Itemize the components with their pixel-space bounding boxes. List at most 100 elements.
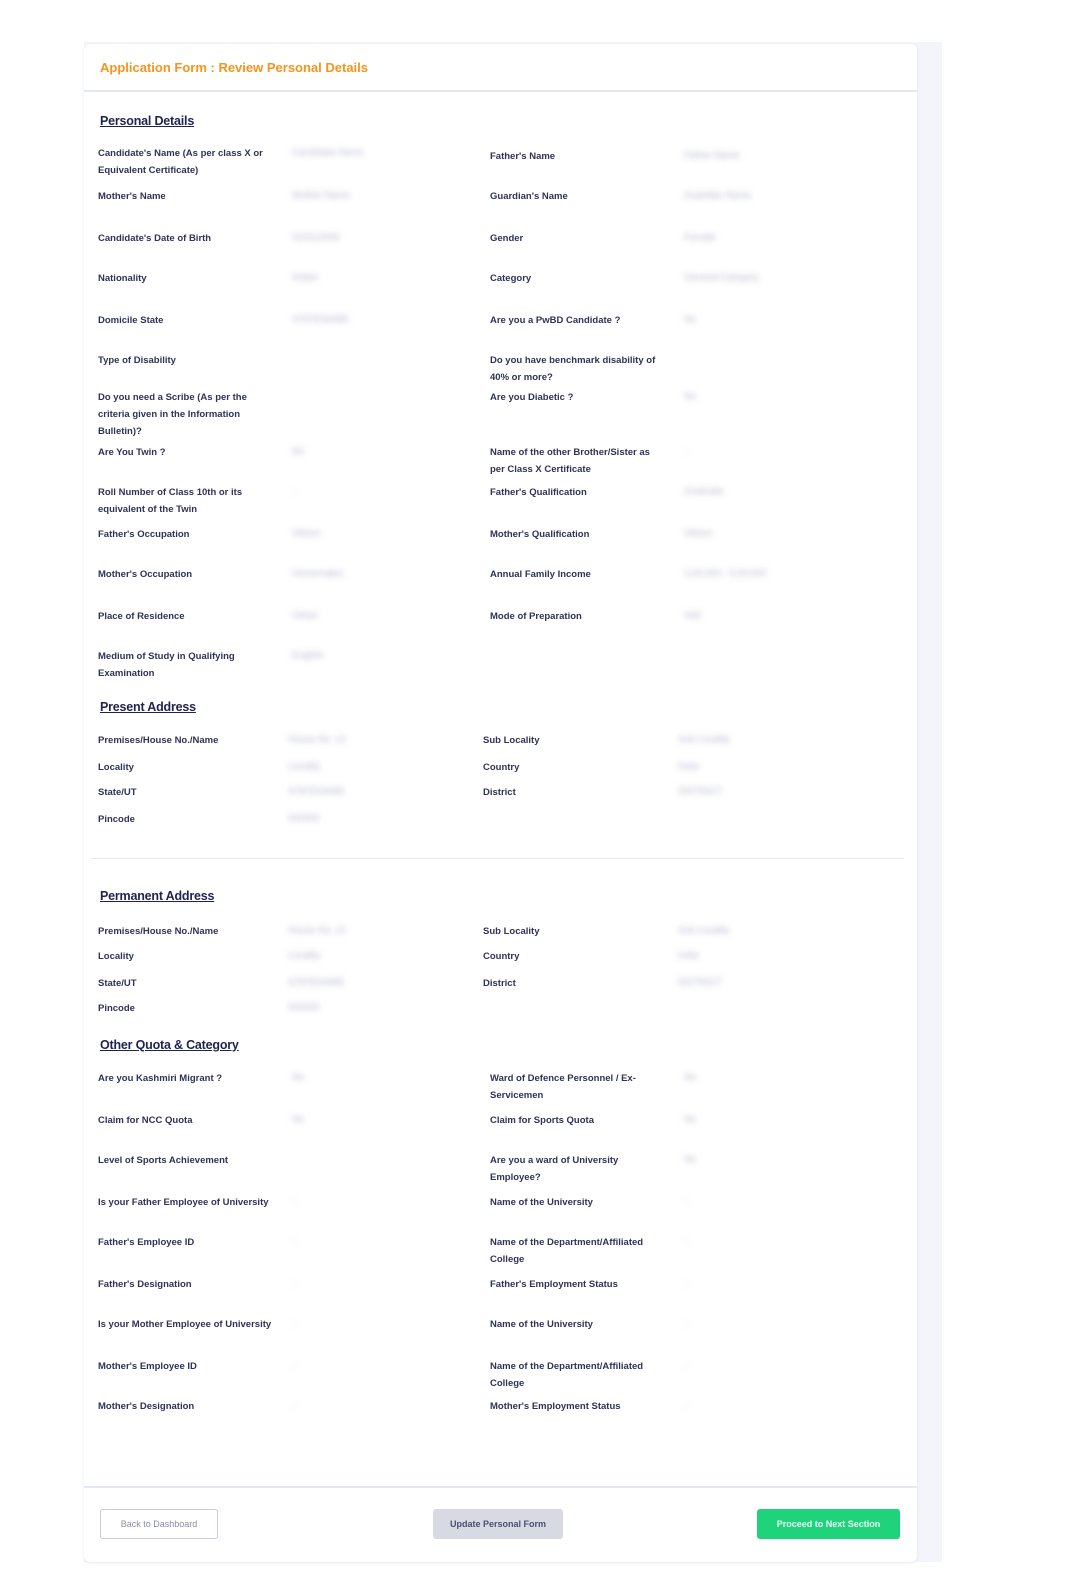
- field-label: State/UT: [98, 787, 137, 798]
- field-value: Graduate: [684, 486, 724, 497]
- field-value: Candidate Name: [292, 147, 364, 158]
- field-label: Name of the other Brother/Sister as per …: [490, 447, 650, 475]
- field-label: Mode of Preparation: [490, 611, 582, 622]
- field-value: -: [684, 1278, 688, 1289]
- field-label: Premises/House No./Name: [98, 926, 219, 937]
- field-value: Homemaker: [292, 568, 344, 579]
- field-label: Domicile State: [98, 315, 164, 326]
- field-value: Female: [684, 232, 716, 243]
- field-value: No: [684, 391, 697, 402]
- field-label: Type of Disability: [98, 355, 176, 366]
- field-label: Annual Family Income: [490, 569, 591, 580]
- field-value: -: [292, 1318, 296, 1329]
- field-value: Others: [684, 528, 713, 539]
- field-label: Mother's Employment Status: [490, 1401, 621, 1412]
- field-value: No: [292, 446, 305, 457]
- page-title: Application Form : Review Personal Detai…: [100, 59, 369, 75]
- field-label: Father's Name: [490, 151, 556, 162]
- field-value: Guardian Name: [684, 190, 752, 201]
- field-value: -: [684, 1236, 688, 1247]
- field-label: Candidate's Name (As per class X or Equi…: [98, 148, 263, 176]
- field-value: Father Name: [684, 150, 740, 161]
- field-label: Locality: [98, 951, 134, 962]
- field-value: No: [684, 314, 697, 325]
- section-title-other-quota: Other Quota & Category: [100, 1038, 239, 1052]
- field-value: Sub Locality: [678, 734, 730, 745]
- field-value: -: [292, 486, 296, 497]
- section-divider: [92, 858, 904, 859]
- field-value: Locality: [288, 761, 321, 772]
- field-value: Indian: [292, 272, 318, 283]
- field-value: STATENAME: [288, 977, 345, 988]
- update-personal-form-button[interactable]: Update Personal Form: [433, 1509, 563, 1539]
- field-label: Mother's Designation: [98, 1401, 195, 1412]
- field-label: Medium of Study in Qualifying Examinatio…: [98, 651, 235, 679]
- field-label: Father's Employment Status: [490, 1279, 618, 1290]
- field-label: Do you need a Scribe (As per the criteri…: [98, 392, 247, 437]
- field-label: Ward of Defence Personnel / Ex-Serviceme…: [490, 1073, 636, 1101]
- field-value: No: [684, 1154, 697, 1165]
- field-label: Mother's Employee ID: [98, 1361, 197, 1372]
- field-label: Pincode: [98, 1003, 135, 1014]
- field-label: Country: [483, 762, 520, 773]
- field-value: No: [684, 1072, 697, 1083]
- field-value: -: [684, 1196, 688, 1207]
- field-value: Urban: [292, 610, 318, 621]
- field-label: District: [483, 978, 516, 989]
- field-label: Mother's Qualification: [490, 529, 590, 540]
- field-value: STATENAME: [288, 786, 345, 797]
- footer-divider: [84, 1486, 917, 1488]
- field-label: Locality: [98, 762, 134, 773]
- field-value: No: [292, 1114, 305, 1125]
- field-label: Is your Father Employee of University: [98, 1197, 269, 1208]
- field-value: House No. 12: [288, 734, 347, 745]
- field-label: State/UT: [98, 978, 137, 989]
- field-label: Roll Number of Class 10th or its equival…: [98, 487, 243, 515]
- field-value: Sub Locality: [678, 925, 730, 936]
- field-value: -: [684, 446, 688, 457]
- field-label: Father's Qualification: [490, 487, 587, 498]
- field-label: Pincode: [98, 814, 135, 825]
- field-label: Father's Designation: [98, 1279, 192, 1290]
- field-value: -: [292, 1278, 296, 1289]
- field-label: Claim for NCC Quota: [98, 1115, 193, 1126]
- field-label: Name of the University: [490, 1319, 593, 1330]
- field-value: STATENAME: [292, 314, 349, 325]
- field-value: 01/01/2005: [292, 232, 340, 243]
- field-value: General Category: [684, 272, 759, 283]
- field-value: -: [684, 1360, 688, 1371]
- field-label: Guardian's Name: [490, 191, 568, 202]
- field-label: Sub Locality: [483, 926, 540, 937]
- section-title-present-address: Present Address: [100, 700, 196, 714]
- field-label: Are you a ward of University Employee?: [490, 1155, 619, 1183]
- field-value: -: [684, 1318, 688, 1329]
- field-label: Sub Locality: [483, 735, 540, 746]
- field-label: Are you a PwBD Candidate ?: [490, 315, 621, 326]
- back-to-dashboard-button[interactable]: Back to Dashboard: [100, 1509, 218, 1539]
- field-label: Gender: [490, 233, 524, 244]
- field-label: Claim for Sports Quota: [490, 1115, 594, 1126]
- section-title-permanent-address: Permanent Address: [100, 889, 215, 903]
- field-value: India: [678, 950, 699, 961]
- field-value: 000000: [288, 813, 320, 824]
- field-value: DISTRICT: [678, 977, 722, 988]
- field-value: Self: [684, 610, 701, 621]
- field-label: Level of Sports Achievement: [98, 1155, 229, 1166]
- field-value: 1,00,000 - 5,00,000: [684, 568, 767, 579]
- field-label: Candidate's Date of Birth: [98, 233, 212, 244]
- card-header: Application Form : Review Personal Detai…: [84, 44, 917, 92]
- field-value: English: [292, 650, 324, 661]
- proceed-next-section-button[interactable]: Proceed to Next Section: [757, 1509, 900, 1539]
- field-label: Premises/House No./Name: [98, 735, 219, 746]
- field-label: Is your Mother Employee of University: [98, 1319, 272, 1330]
- field-value: -: [292, 1196, 296, 1207]
- field-value: No: [684, 1114, 697, 1125]
- field-label: Mother's Name: [98, 191, 166, 202]
- field-label: Are you Diabetic ?: [490, 392, 574, 403]
- field-value: 000000: [288, 1002, 320, 1013]
- field-value: No: [292, 1072, 305, 1083]
- field-label: Name of the Department/Affiliated Colleg…: [490, 1237, 644, 1265]
- field-value: India: [678, 761, 699, 772]
- field-label: Name of the Department/Affiliated Colleg…: [490, 1361, 644, 1389]
- field-value: House No. 12: [288, 925, 347, 936]
